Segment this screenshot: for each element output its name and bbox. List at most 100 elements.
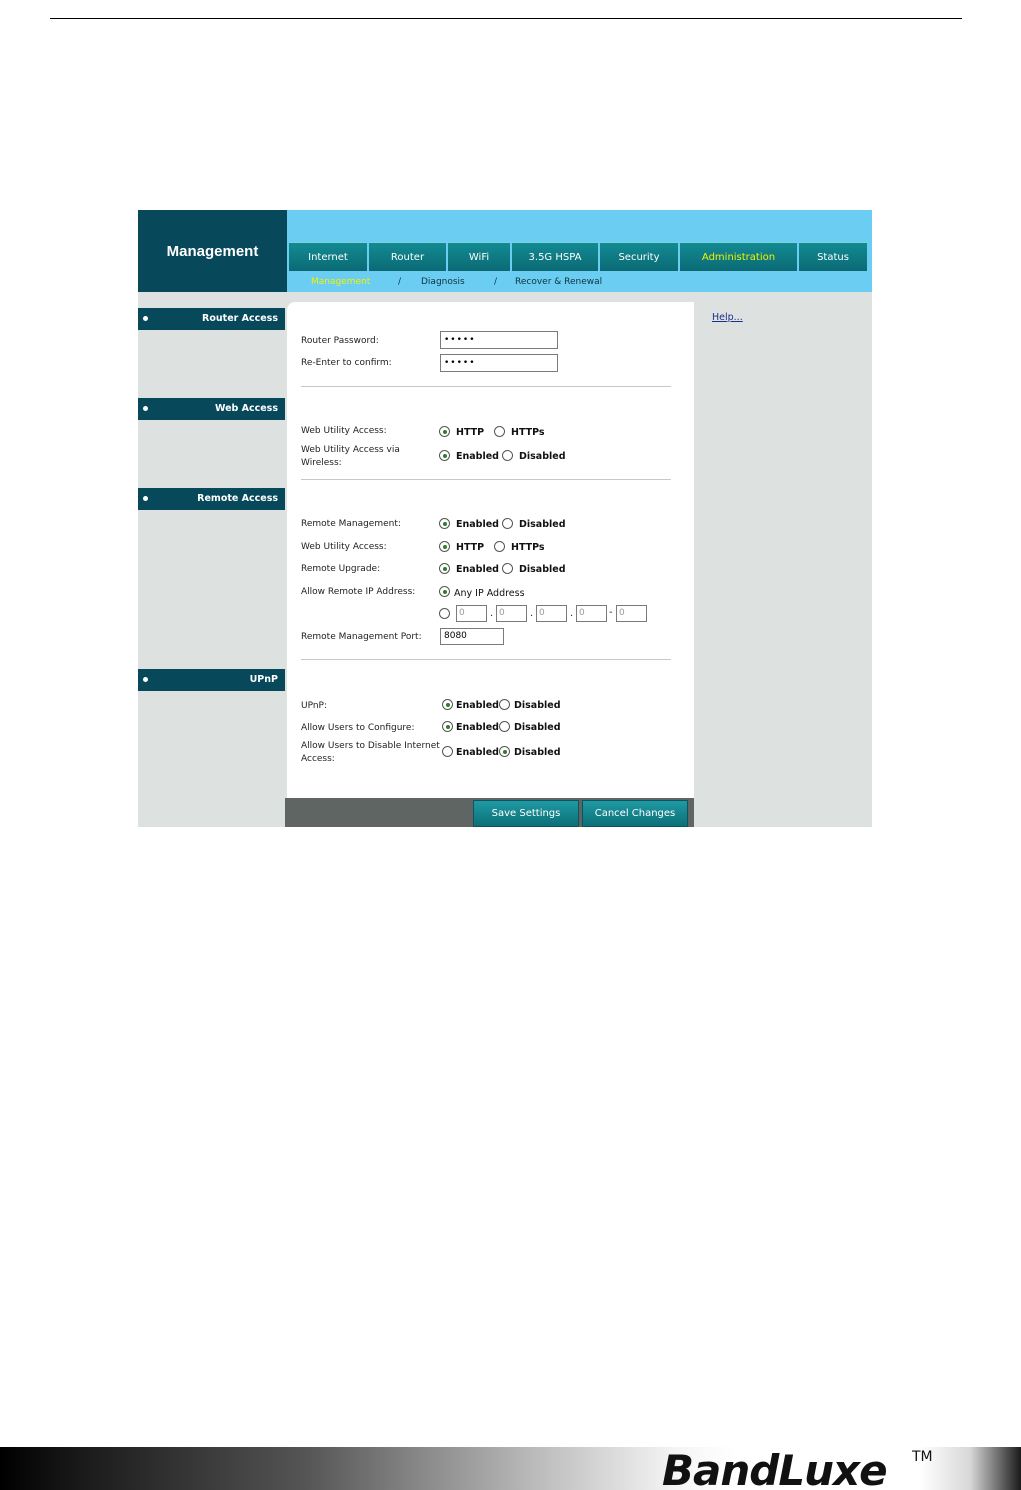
- config-enabled-radio[interactable]: [442, 721, 453, 732]
- upnp-label: UPnP:: [301, 701, 328, 711]
- tab-internet[interactable]: Internet: [289, 242, 367, 271]
- wireless-enabled-radio[interactable]: [439, 450, 450, 461]
- content-panel: Router Password: ••••• Re-Enter to confi…: [287, 302, 694, 798]
- confirm-password-label: Re-Enter to confirm:: [301, 358, 392, 368]
- manual-page: Management Internet Router WiFi 3.5G HSP…: [0, 0, 1021, 1490]
- remote-utility-label: Web Utility Access:: [301, 542, 387, 552]
- wireless-disabled-label: Disabled: [519, 451, 566, 462]
- subnav-separator: /: [494, 277, 498, 287]
- tab-status[interactable]: Status: [799, 242, 867, 271]
- router-screenshot: Management Internet Router WiFi 3.5G HSP…: [138, 210, 872, 827]
- remote-mgmt-enabled-label: Enabled: [456, 519, 499, 530]
- sidebar-remote-access: Remote Access: [138, 488, 285, 510]
- subnav-diagnosis[interactable]: Diagnosis: [421, 277, 465, 287]
- web-https-label: HTTPs: [511, 427, 545, 438]
- remote-http-label: HTTP: [456, 542, 485, 553]
- sub-nav: Management / Diagnosis / Recover & Renew…: [287, 272, 872, 292]
- confirm-password-input[interactable]: •••••: [440, 354, 558, 372]
- ip-octet-1-input[interactable]: 0: [456, 605, 487, 622]
- config-disabled-label: Disabled: [514, 722, 561, 733]
- web-http-label: HTTP: [456, 427, 485, 438]
- config-label: Allow Users to Configure:: [301, 723, 415, 733]
- remote-http-radio[interactable]: [439, 541, 450, 552]
- subnav-management[interactable]: Management: [311, 277, 370, 287]
- remote-upgrade-disabled-radio[interactable]: [502, 563, 513, 574]
- disable-enabled-radio[interactable]: [442, 746, 453, 757]
- wireless-access-label: Web Utility Access via: [301, 445, 400, 455]
- port-label: Remote Management Port:: [301, 632, 422, 642]
- disable-internet-label: Allow Users to Disable Internet: [301, 741, 440, 751]
- tab-security[interactable]: Security: [600, 242, 678, 271]
- sidebar-router-access: Router Access: [138, 308, 285, 330]
- sidebar-web-access: Web Access: [138, 398, 285, 420]
- header-rule: [50, 18, 962, 19]
- remote-upgrade-disabled-label: Disabled: [519, 564, 566, 575]
- divider: [301, 479, 671, 480]
- tab-administration[interactable]: Administration: [680, 242, 797, 271]
- sidebar-upnp: UPnP: [138, 669, 285, 691]
- sidebar-label: UPnP: [249, 674, 278, 685]
- remote-upgrade-label: Remote Upgrade:: [301, 564, 381, 574]
- wireless-access-label-2: Wireless:: [301, 458, 342, 468]
- specific-ip-radio[interactable]: [439, 608, 450, 619]
- allow-ip-label: Allow Remote IP Address:: [301, 587, 416, 597]
- bullet-icon: [143, 677, 148, 682]
- any-ip-label: Any IP Address: [454, 588, 525, 599]
- ip-separator: .: [530, 608, 534, 619]
- remote-mgmt-disabled-label: Disabled: [519, 519, 566, 530]
- ip-octet-5-input[interactable]: 0: [616, 605, 647, 622]
- divider: [301, 659, 671, 660]
- ip-octet-2-input[interactable]: 0: [496, 605, 527, 622]
- trademark-mark: TM: [912, 1449, 933, 1465]
- main-tabs: Internet Router WiFi 3.5G HSPA Security …: [289, 242, 869, 271]
- save-settings-button[interactable]: Save Settings: [473, 800, 579, 827]
- section-title: Management: [138, 210, 287, 292]
- config-disabled-radio[interactable]: [499, 721, 510, 732]
- remote-mgmt-disabled-radio[interactable]: [502, 518, 513, 529]
- web-utility-label: Web Utility Access:: [301, 426, 387, 436]
- any-ip-radio[interactable]: [439, 586, 450, 597]
- wireless-disabled-radio[interactable]: [502, 450, 513, 461]
- remote-upgrade-enabled-radio[interactable]: [439, 563, 450, 574]
- disable-enabled-label: Enabled: [456, 747, 499, 758]
- remote-mgmt-label: Remote Management:: [301, 519, 401, 529]
- ip-octet-3-input[interactable]: 0: [536, 605, 567, 622]
- bullet-icon: [143, 406, 148, 411]
- divider: [301, 386, 671, 387]
- upnp-disabled-radio[interactable]: [499, 699, 510, 710]
- ip-range-dash: -: [609, 607, 613, 618]
- remote-https-label: HTTPs: [511, 542, 545, 553]
- remote-upgrade-enabled-label: Enabled: [456, 564, 499, 575]
- bandluxe-logo: BandLuxe: [662, 1446, 888, 1490]
- sidebar-label: Router Access: [202, 313, 278, 324]
- bullet-icon: [143, 496, 148, 501]
- subnav-recover[interactable]: Recover & Renewal: [515, 277, 602, 287]
- sidebar-label: Web Access: [214, 403, 278, 414]
- subnav-separator: /: [398, 277, 402, 287]
- remote-mgmt-enabled-radio[interactable]: [439, 518, 450, 529]
- tab-router[interactable]: Router: [369, 242, 446, 271]
- disable-disabled-label: Disabled: [514, 747, 561, 758]
- disable-internet-label-2: Access:: [301, 754, 335, 764]
- help-link[interactable]: Help...: [712, 312, 743, 323]
- upnp-enabled-label: Enabled: [456, 700, 499, 711]
- disable-disabled-radio[interactable]: [499, 746, 510, 757]
- ip-separator: .: [570, 608, 574, 619]
- help-panel: Help...: [694, 308, 872, 827]
- tab-wifi[interactable]: WiFi: [448, 242, 510, 271]
- upnp-disabled-label: Disabled: [514, 700, 561, 711]
- remote-https-radio[interactable]: [494, 541, 505, 552]
- port-input[interactable]: 8080: [440, 628, 504, 645]
- upnp-enabled-radio[interactable]: [442, 699, 453, 710]
- router-password-input[interactable]: •••••: [440, 331, 558, 349]
- wireless-enabled-label: Enabled: [456, 451, 499, 462]
- router-password-label: Router Password:: [301, 336, 379, 346]
- sidebar-label: Remote Access: [197, 493, 278, 504]
- ip-separator: .: [490, 608, 494, 619]
- config-enabled-label: Enabled: [456, 722, 499, 733]
- web-https-radio[interactable]: [494, 426, 505, 437]
- cancel-changes-button[interactable]: Cancel Changes: [582, 800, 688, 827]
- tab-hspa[interactable]: 3.5G HSPA: [512, 242, 598, 271]
- ip-octet-4-input[interactable]: 0: [576, 605, 607, 622]
- web-http-radio[interactable]: [439, 426, 450, 437]
